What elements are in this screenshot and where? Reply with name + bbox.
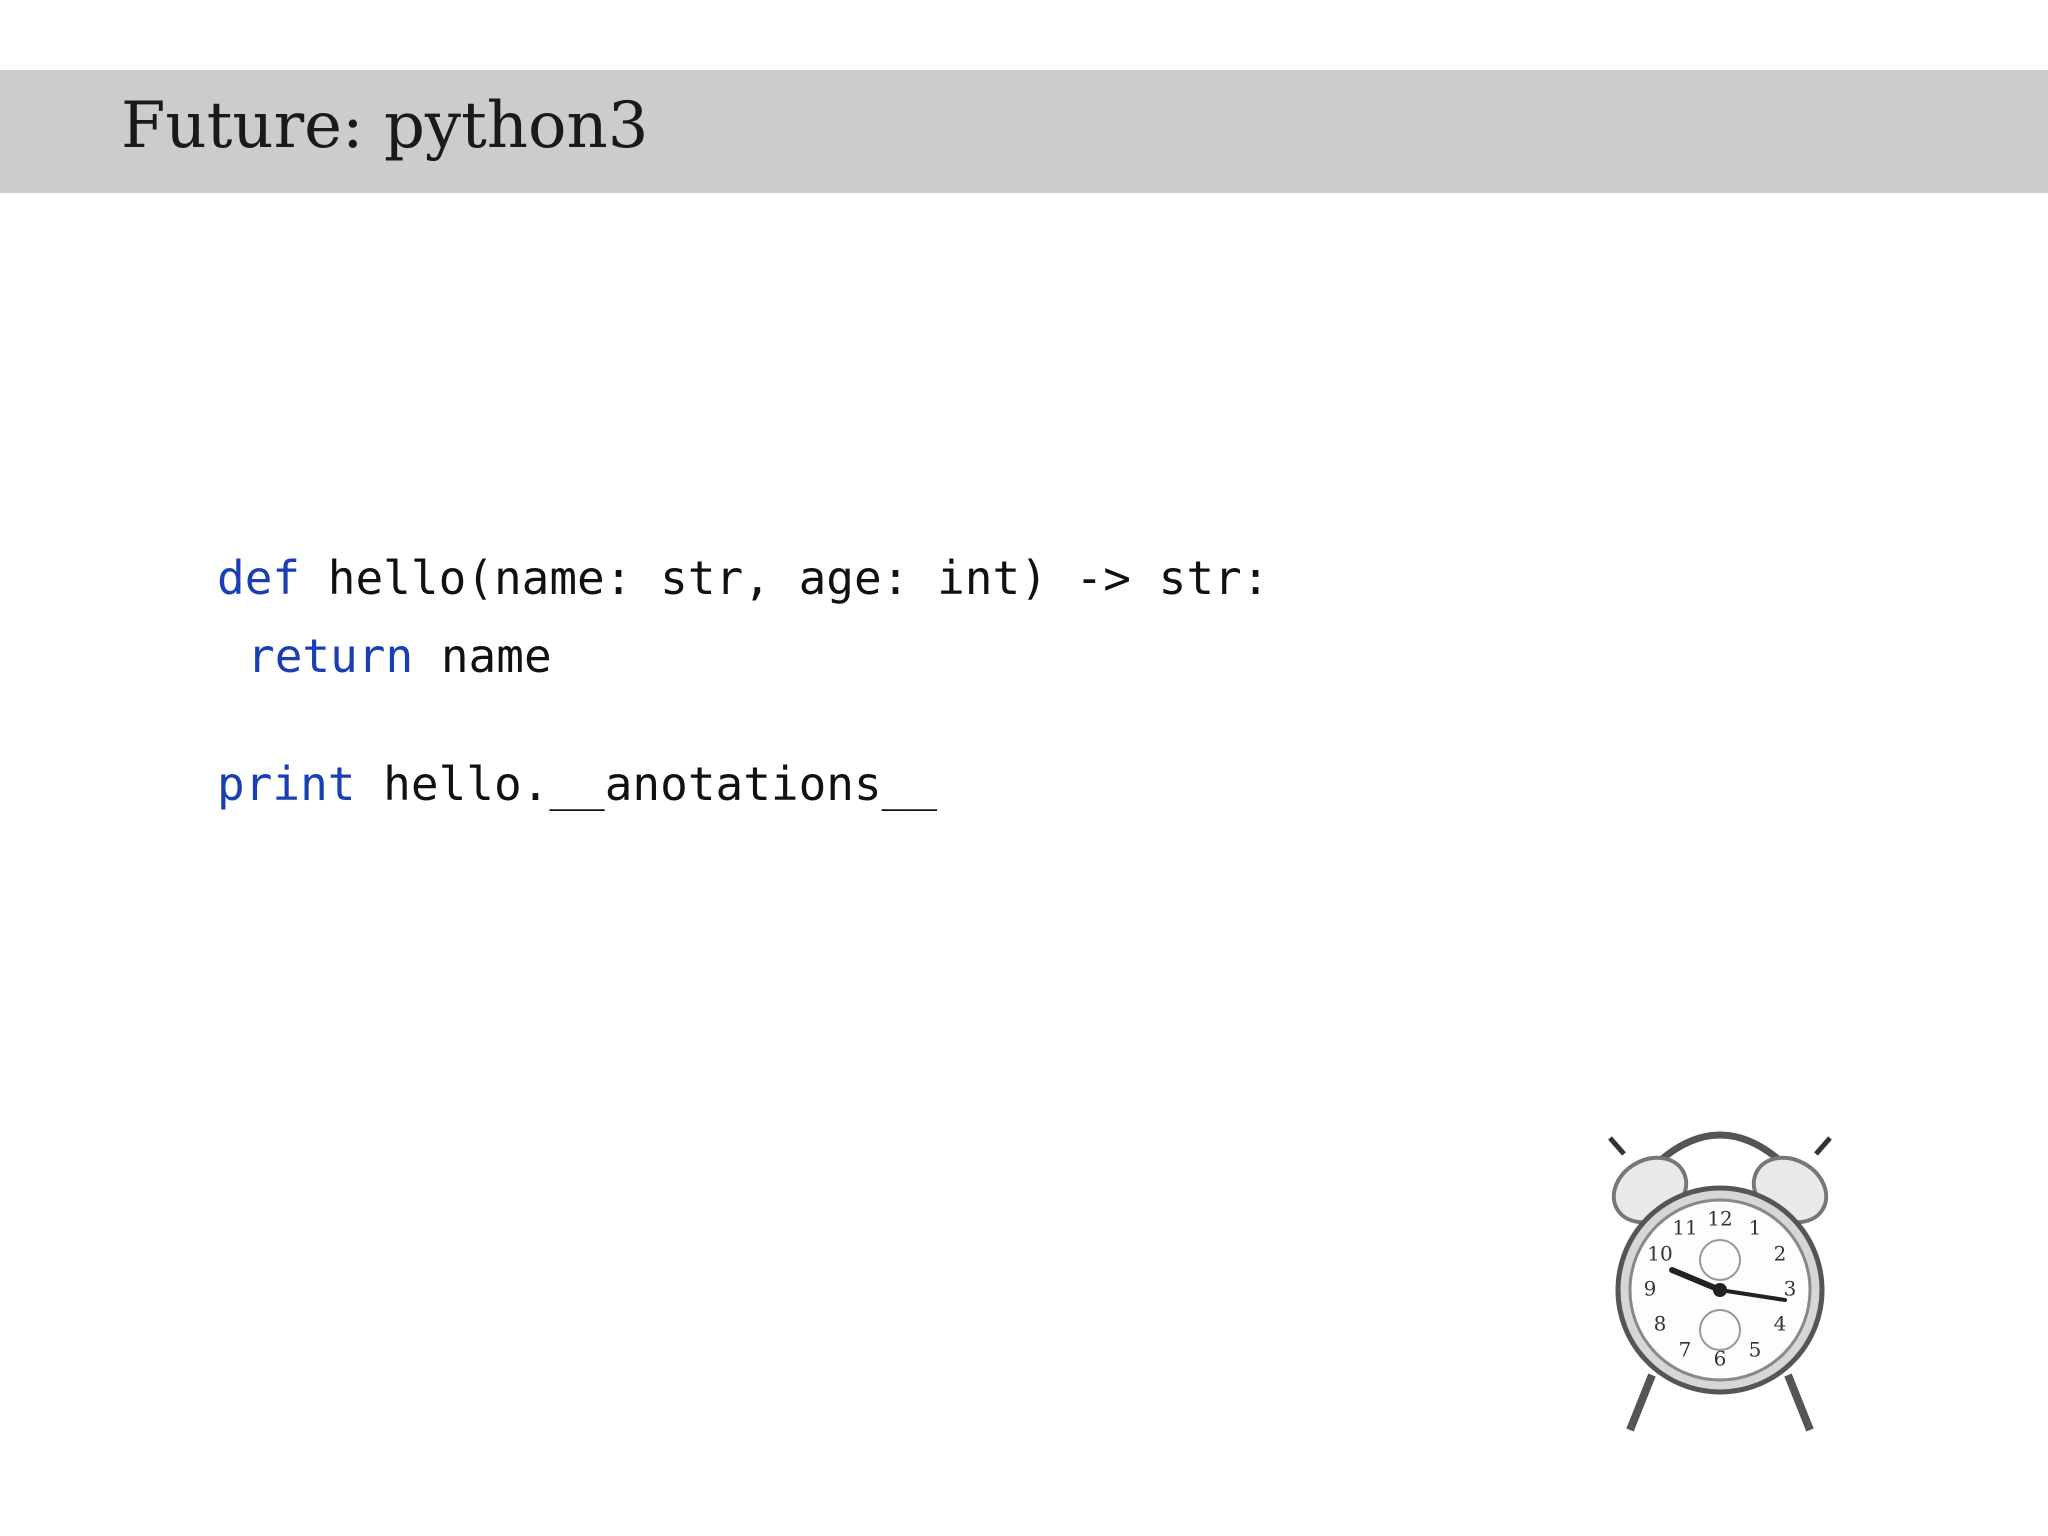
code-block: def hello(name: str, age: int) -> str: r… — [217, 548, 1269, 818]
code-text-return: name — [413, 629, 552, 683]
code-line-return: return name — [247, 626, 552, 686]
dial-7: 7 — [1679, 1338, 1692, 1362]
dial-1: 1 — [1749, 1216, 1762, 1240]
dial-10: 10 — [1647, 1242, 1672, 1266]
slide: Future: python3 def hello(name: str, age… — [0, 0, 2048, 1536]
slide-title: Future: python3 — [121, 89, 649, 163]
dial-11: 11 — [1672, 1216, 1697, 1240]
code-text-print: hello.__anotations__ — [355, 757, 938, 811]
code-text-def: hello(name: str, age: int) -> str: — [300, 551, 1270, 605]
dial-9: 9 — [1644, 1277, 1657, 1301]
code-keyword-return: return — [247, 629, 414, 683]
alarm-clock-icon: 12 1 2 3 4 5 6 7 8 9 10 11 — [1600, 1110, 1840, 1440]
dial-12: 12 — [1707, 1207, 1732, 1231]
code-line-print: print hello.__anotations__ — [217, 754, 937, 814]
dial-2: 2 — [1774, 1242, 1787, 1266]
dial-5: 5 — [1749, 1338, 1762, 1362]
dial-3: 3 — [1784, 1277, 1797, 1301]
code-line-def: def hello(name: str, age: int) -> str: — [217, 548, 1269, 608]
code-keyword-print: print — [217, 757, 356, 811]
dial-8: 8 — [1654, 1312, 1667, 1336]
alarm-clock-svg: 12 1 2 3 4 5 6 7 8 9 10 11 — [1608, 1131, 1832, 1432]
dial-4: 4 — [1774, 1312, 1787, 1336]
code-keyword-def: def — [217, 551, 301, 605]
